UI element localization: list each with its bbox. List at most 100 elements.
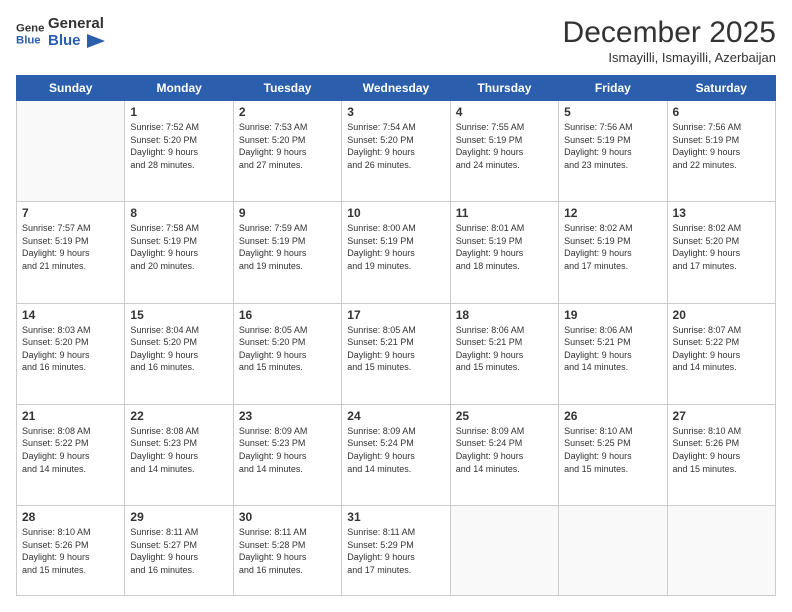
- cell-w2-d4: 10 Sunrise: 8:00 AM Sunset: 5:19 PM Dayli…: [342, 202, 450, 303]
- cell-info: Sunrise: 8:09 AM Sunset: 5:24 PM Dayligh…: [347, 425, 444, 475]
- header-row: Sunday Monday Tuesday Wednesday Thursday…: [17, 76, 776, 101]
- cell-w4-d5: 25 Sunrise: 8:09 AM Sunset: 5:24 PM Dayli…: [450, 404, 558, 505]
- day-number: 31: [347, 510, 444, 524]
- cell-w2-d7: 13Sunrise: 8:02 AM Sunset: 5:20 PM Dayli…: [667, 202, 775, 303]
- col-wednesday: Wednesday: [342, 76, 450, 101]
- cell-w2-d3: 9Sunrise: 7:59 AM Sunset: 5:19 PM Daylig…: [233, 202, 341, 303]
- cell-info: Sunrise: 7:58 AM Sunset: 5:19 PM Dayligh…: [130, 222, 227, 272]
- cell-w2-d1: 7 Sunrise: 7:57 AM Sunset: 5:19 PM Daylig…: [17, 202, 125, 303]
- cell-w1-d6: 5 Sunrise: 7:56 AM Sunset: 5:19 PM Daylig…: [559, 101, 667, 202]
- cell-w1-d7: 6 Sunrise: 7:56 AM Sunset: 5:19 PM Daylig…: [667, 101, 775, 202]
- week-row-2: 7 Sunrise: 7:57 AM Sunset: 5:19 PM Daylig…: [17, 202, 776, 303]
- calendar: Sunday Monday Tuesday Wednesday Thursday…: [16, 75, 776, 596]
- cell-w1-d4: 3 Sunrise: 7:54 AM Sunset: 5:20 PM Daylig…: [342, 101, 450, 202]
- cell-info: Sunrise: 8:01 AM Sunset: 5:19 PM Dayligh…: [456, 222, 553, 272]
- title-block: December 2025 Ismayilli, Ismayilli, Azer…: [563, 16, 776, 65]
- svg-text:General: General: [16, 22, 44, 34]
- logo-blue: Blue: [48, 33, 105, 50]
- svg-text:Blue: Blue: [16, 34, 41, 46]
- day-number: 18: [456, 308, 553, 322]
- cell-w4-d3: 23Sunrise: 8:09 AM Sunset: 5:23 PM Dayli…: [233, 404, 341, 505]
- cell-info: Sunrise: 8:08 AM Sunset: 5:22 PM Dayligh…: [22, 425, 119, 475]
- col-monday: Monday: [125, 76, 233, 101]
- cell-info: Sunrise: 8:02 AM Sunset: 5:19 PM Dayligh…: [564, 222, 661, 272]
- cell-info: Sunrise: 7:53 AM Sunset: 5:20 PM Dayligh…: [239, 121, 336, 171]
- page: General Blue General Blue December 2025 …: [0, 0, 792, 612]
- cell-w4-d1: 21 Sunrise: 8:08 AM Sunset: 5:22 PM Dayli…: [17, 404, 125, 505]
- day-number: 8: [130, 206, 227, 220]
- day-number: 16: [239, 308, 336, 322]
- day-number: 5: [564, 105, 661, 119]
- cell-info: Sunrise: 8:05 AM Sunset: 5:21 PM Dayligh…: [347, 324, 444, 374]
- logo-arrow-icon: [87, 34, 105, 48]
- day-number: 10: [347, 206, 444, 220]
- cell-w3-d5: 18Sunrise: 8:06 AM Sunset: 5:21 PM Dayli…: [450, 303, 558, 404]
- cell-info: Sunrise: 7:56 AM Sunset: 5:19 PM Dayligh…: [673, 121, 770, 171]
- location-subtitle: Ismayilli, Ismayilli, Azerbaijan: [563, 50, 776, 65]
- day-number: 17: [347, 308, 444, 322]
- day-number: 4: [456, 105, 553, 119]
- cell-info: Sunrise: 7:54 AM Sunset: 5:20 PM Dayligh…: [347, 121, 444, 171]
- week-row-4: 21 Sunrise: 8:08 AM Sunset: 5:22 PM Dayli…: [17, 404, 776, 505]
- cell-info: Sunrise: 8:10 AM Sunset: 5:26 PM Dayligh…: [673, 425, 770, 475]
- cell-info: Sunrise: 8:11 AM Sunset: 5:29 PM Dayligh…: [347, 526, 444, 576]
- cell-info: Sunrise: 8:09 AM Sunset: 5:24 PM Dayligh…: [456, 425, 553, 475]
- day-number: 11: [456, 206, 553, 220]
- cell-info: Sunrise: 8:11 AM Sunset: 5:27 PM Dayligh…: [130, 526, 227, 576]
- cell-w4-d6: 26 Sunrise: 8:10 AM Sunset: 5:25 PM Dayli…: [559, 404, 667, 505]
- day-number: 3: [347, 105, 444, 119]
- col-thursday: Thursday: [450, 76, 558, 101]
- cell-w5-d6: [559, 506, 667, 596]
- cell-info: Sunrise: 8:03 AM Sunset: 5:20 PM Dayligh…: [22, 324, 119, 374]
- day-number: 27: [673, 409, 770, 423]
- day-number: 26: [564, 409, 661, 423]
- col-tuesday: Tuesday: [233, 76, 341, 101]
- cell-w5-d1: 28 Sunrise: 8:10 AM Sunset: 5:26 PM Dayli…: [17, 506, 125, 596]
- month-title: December 2025: [563, 16, 776, 50]
- day-number: 6: [673, 105, 770, 119]
- cell-info: Sunrise: 8:11 AM Sunset: 5:28 PM Dayligh…: [239, 526, 336, 576]
- cell-w1-d3: 2 Sunrise: 7:53 AM Sunset: 5:20 PM Daylig…: [233, 101, 341, 202]
- cell-w2-d6: 12 Sunrise: 8:02 AM Sunset: 5:19 PM Dayli…: [559, 202, 667, 303]
- day-number: 23: [239, 409, 336, 423]
- cell-w4-d2: 22Sunrise: 8:08 AM Sunset: 5:23 PM Dayli…: [125, 404, 233, 505]
- week-row-3: 14Sunrise: 8:03 AM Sunset: 5:20 PM Dayli…: [17, 303, 776, 404]
- cell-info: Sunrise: 8:08 AM Sunset: 5:23 PM Dayligh…: [130, 425, 227, 475]
- cell-info: Sunrise: 8:06 AM Sunset: 5:21 PM Dayligh…: [564, 324, 661, 374]
- cell-w3-d3: 16Sunrise: 8:05 AM Sunset: 5:20 PM Dayli…: [233, 303, 341, 404]
- cell-info: Sunrise: 8:02 AM Sunset: 5:20 PM Dayligh…: [673, 222, 770, 272]
- cell-w1-d5: 4 Sunrise: 7:55 AM Sunset: 5:19 PM Daylig…: [450, 101, 558, 202]
- day-number: 12: [564, 206, 661, 220]
- day-number: 24: [347, 409, 444, 423]
- cell-w4-d7: 27 Sunrise: 8:10 AM Sunset: 5:26 PM Dayli…: [667, 404, 775, 505]
- col-sunday: Sunday: [17, 76, 125, 101]
- day-number: 29: [130, 510, 227, 524]
- header: General Blue General Blue December 2025 …: [16, 16, 776, 65]
- cell-w3-d4: 17 Sunrise: 8:05 AM Sunset: 5:21 PM Dayli…: [342, 303, 450, 404]
- cell-w5-d5: [450, 506, 558, 596]
- logo-general: General: [48, 16, 105, 33]
- week-row-5: 28 Sunrise: 8:10 AM Sunset: 5:26 PM Dayli…: [17, 506, 776, 596]
- cell-info: Sunrise: 8:10 AM Sunset: 5:25 PM Dayligh…: [564, 425, 661, 475]
- day-number: 25: [456, 409, 553, 423]
- cell-info: Sunrise: 7:52 AM Sunset: 5:20 PM Dayligh…: [130, 121, 227, 171]
- cell-w3-d6: 19Sunrise: 8:06 AM Sunset: 5:21 PM Dayli…: [559, 303, 667, 404]
- cell-w2-d2: 8 Sunrise: 7:58 AM Sunset: 5:19 PM Daylig…: [125, 202, 233, 303]
- day-number: 9: [239, 206, 336, 220]
- cell-info: Sunrise: 7:56 AM Sunset: 5:19 PM Dayligh…: [564, 121, 661, 171]
- logo-icon: General Blue: [16, 19, 44, 47]
- cell-info: Sunrise: 8:10 AM Sunset: 5:26 PM Dayligh…: [22, 526, 119, 576]
- cell-info: Sunrise: 8:07 AM Sunset: 5:22 PM Dayligh…: [673, 324, 770, 374]
- day-number: 21: [22, 409, 119, 423]
- day-number: 7: [22, 206, 119, 220]
- cell-info: Sunrise: 8:00 AM Sunset: 5:19 PM Dayligh…: [347, 222, 444, 272]
- day-number: 28: [22, 510, 119, 524]
- cell-info: Sunrise: 7:57 AM Sunset: 5:19 PM Dayligh…: [22, 222, 119, 272]
- cell-w5-d2: 29 Sunrise: 8:11 AM Sunset: 5:27 PM Dayli…: [125, 506, 233, 596]
- day-number: 2: [239, 105, 336, 119]
- day-number: 30: [239, 510, 336, 524]
- col-saturday: Saturday: [667, 76, 775, 101]
- cell-info: Sunrise: 7:55 AM Sunset: 5:19 PM Dayligh…: [456, 121, 553, 171]
- week-row-1: 1Sunrise: 7:52 AM Sunset: 5:20 PM Daylig…: [17, 101, 776, 202]
- cell-w4-d4: 24 Sunrise: 8:09 AM Sunset: 5:24 PM Dayli…: [342, 404, 450, 505]
